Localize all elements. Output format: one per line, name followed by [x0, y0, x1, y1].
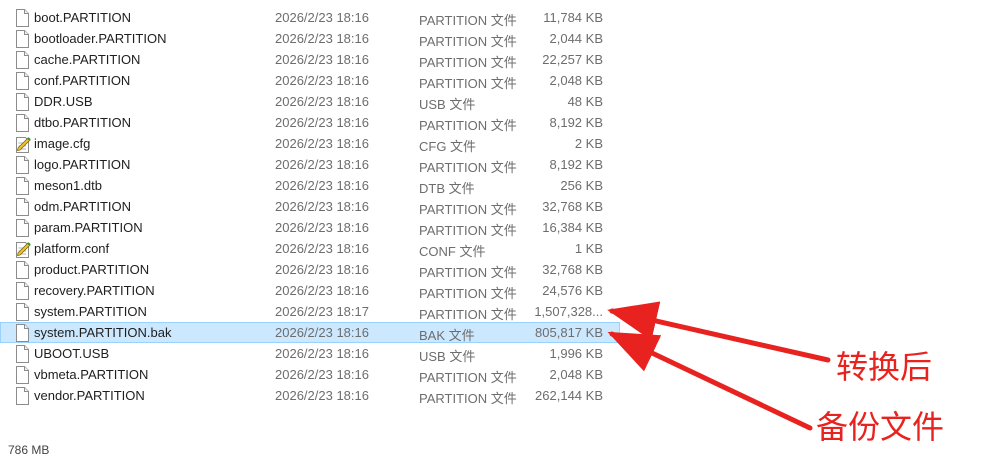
annotation-backup: 备份文件 — [816, 408, 945, 446]
arrow-to-converted-file — [607, 301, 831, 363]
annotation-converted: 转换后 — [836, 348, 933, 386]
